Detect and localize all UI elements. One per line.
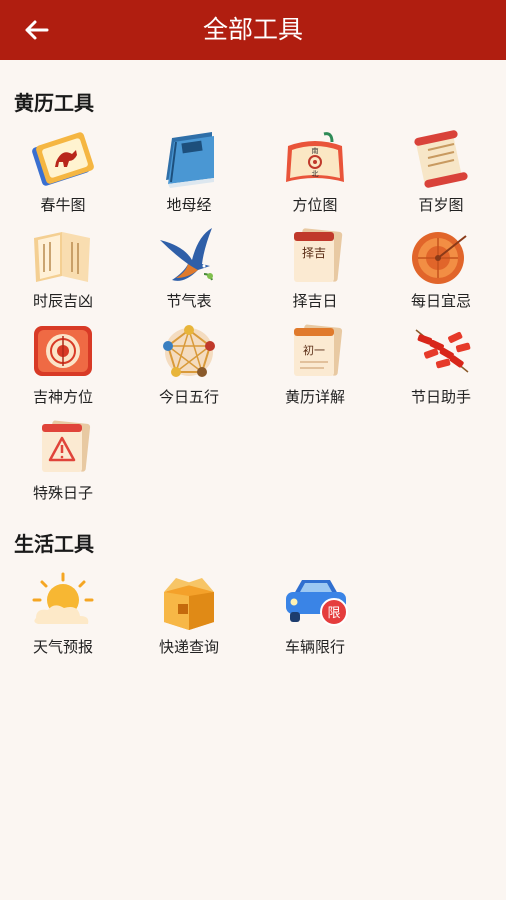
open-book-icon <box>34 232 90 282</box>
tool-almanac-details[interactable]: 初一 黄历详解 <box>252 314 378 410</box>
tool-label: 今日五行 <box>158 388 219 406</box>
warning-calendar-icon <box>42 420 91 472</box>
tool-label: 天气预报 <box>32 638 93 656</box>
target-icon <box>412 232 467 284</box>
tool-five-elements[interactable]: 今日五行 <box>126 314 252 410</box>
tool-label: 吉神方位 <box>32 388 93 406</box>
tool-express-tracking[interactable]: 快递查询 <box>126 564 252 660</box>
calendar-icon: 择吉 <box>294 228 343 282</box>
tool-label: 特殊日子 <box>32 484 93 502</box>
swallow-icon <box>160 228 213 281</box>
section-title-life-tools: 生活工具 <box>14 532 94 556</box>
five-elements-icon <box>163 325 215 377</box>
compass-bottom-text: 北 <box>312 170 319 178</box>
tool-label: 择吉日 <box>292 292 338 310</box>
tool-solar-terms[interactable]: 节气表 <box>126 218 252 314</box>
tool-label: 黄历详解 <box>284 388 345 406</box>
almanac-text: 初一 <box>303 343 325 357</box>
firecracker-icon <box>415 329 471 373</box>
tool-dimu-jing[interactable]: 地母经 <box>126 122 252 218</box>
tool-label: 快递查询 <box>158 638 219 656</box>
tool-label: 时辰吉凶 <box>32 292 93 310</box>
almanac-icon: 初一 <box>294 324 343 376</box>
page-title: 全部工具 <box>202 15 303 44</box>
tool-daily-dos-donts[interactable]: 每日宜忌 <box>378 218 504 314</box>
tool-label: 车辆限行 <box>284 638 345 656</box>
scroll-icon <box>414 130 468 188</box>
calendar-text: 择吉 <box>302 246 326 260</box>
sun-cloud-icon <box>32 572 94 624</box>
tool-label: 百岁图 <box>418 196 464 214</box>
tool-god-directions[interactable]: 吉神方位 <box>0 314 126 410</box>
compass-scroll-icon: 南 北 <box>286 132 344 182</box>
package-icon <box>164 578 214 630</box>
luopan-icon <box>34 326 92 376</box>
tool-holiday-assistant[interactable]: 节日助手 <box>378 314 504 410</box>
ox-picture-icon <box>32 132 94 186</box>
book-icon <box>166 132 214 188</box>
restriction-badge-text: 限 <box>327 606 340 621</box>
car-restriction-icon: 限 <box>286 580 348 626</box>
tool-label: 地母经 <box>166 196 212 214</box>
tool-weather-forecast[interactable]: 天气预报 <box>0 564 126 660</box>
tool-label: 节气表 <box>166 292 212 310</box>
tool-label: 每日宜忌 <box>410 292 471 310</box>
tool-special-days[interactable]: 特殊日子 <box>0 410 126 506</box>
section-title-almanac-tools: 黄历工具 <box>14 91 94 115</box>
tool-label: 节日助手 <box>410 388 471 406</box>
top-bar: 全部工具 <box>0 0 506 60</box>
tool-hour-fortune[interactable]: 时辰吉凶 <box>0 218 126 314</box>
tool-direction-map[interactable]: 南 北 方位图 <box>252 122 378 218</box>
tool-spring-ox[interactable]: 春牛图 <box>0 122 126 218</box>
tool-label: 方位图 <box>292 196 338 214</box>
compass-top-text: 南 <box>312 146 319 155</box>
tool-select-auspicious-day[interactable]: 择吉 择吉日 <box>252 218 378 314</box>
tool-hundred-years[interactable]: 百岁图 <box>378 122 504 218</box>
tool-label: 春牛图 <box>40 196 86 214</box>
tool-vehicle-restriction[interactable]: 限 车辆限行 <box>252 564 378 660</box>
